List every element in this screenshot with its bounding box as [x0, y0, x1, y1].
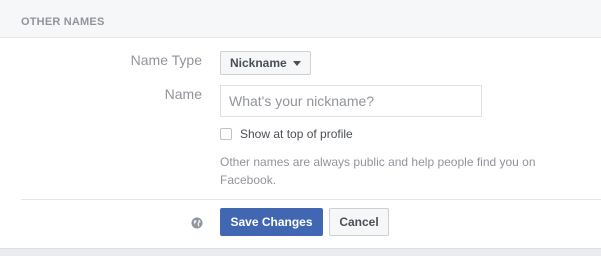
- section-title: OTHER NAMES: [21, 16, 105, 28]
- divider: [21, 199, 601, 200]
- save-changes-button[interactable]: Save Changes: [220, 208, 323, 236]
- bottom-strip: [0, 248, 601, 256]
- name-type-selected-value: Nickname: [230, 56, 287, 70]
- name-type-dropdown[interactable]: Nickname: [220, 51, 311, 75]
- help-text: Other names are always public and help p…: [220, 155, 536, 187]
- name-label: Name: [164, 86, 202, 102]
- show-on-profile-row[interactable]: Show at top of profile: [220, 127, 353, 141]
- caret-down-icon: [292, 60, 301, 66]
- show-on-profile-label[interactable]: Show at top of profile: [240, 127, 353, 141]
- globe-icon[interactable]: [191, 217, 203, 229]
- section-header: OTHER NAMES: [0, 0, 601, 38]
- show-on-profile-checkbox[interactable]: [220, 128, 232, 140]
- nickname-input[interactable]: [220, 85, 482, 117]
- cancel-button[interactable]: Cancel: [329, 208, 389, 236]
- other-names-panel: OTHER NAMES Name Type Nickname Name Show…: [0, 0, 601, 256]
- name-type-label: Name Type: [130, 52, 202, 68]
